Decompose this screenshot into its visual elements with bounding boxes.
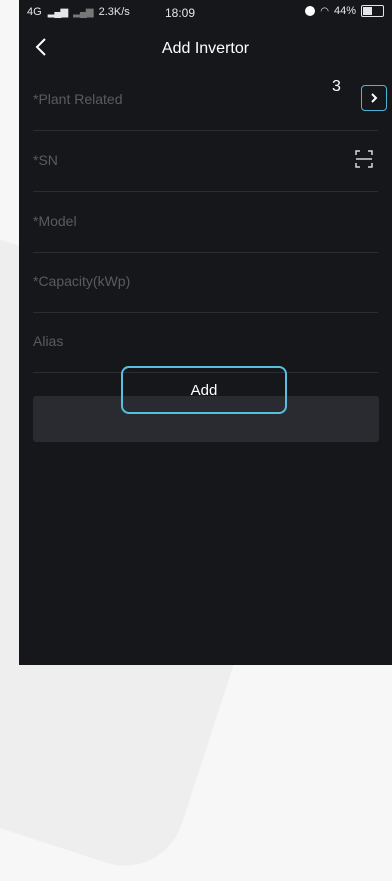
add-button-label: Add	[190, 382, 218, 399]
alias-row[interactable]: Alias	[33, 312, 378, 373]
signal-icon: ▂▄▆	[47, 6, 68, 18]
sn-row[interactable]: *SN	[33, 131, 378, 192]
chevron-right-icon	[371, 93, 378, 103]
plant-related-label: *Plant Related	[33, 91, 123, 107]
scan-icon[interactable]	[354, 149, 374, 169]
network-type: 4G	[27, 6, 42, 18]
model-row[interactable]: *Model	[33, 192, 378, 253]
battery-fill	[363, 7, 373, 15]
battery-icon	[361, 5, 384, 17]
signal-secondary-icon: ▂▄▆	[73, 6, 93, 18]
wifi-icon: ◠	[320, 5, 329, 17]
battery-percent: 44%	[333, 5, 356, 17]
alarm-icon	[305, 6, 316, 16]
phone-screen: 4G ▂▄▆ ▂▄▆ 2.3K/s 18:09 ◠ 44% Add Invert…	[19, 0, 392, 665]
network-speed: 2.3K/s	[98, 6, 130, 18]
plant-related-row[interactable]: *Plant Related	[33, 70, 387, 131]
header: Add Invertor	[19, 26, 392, 70]
status-time: 18:09	[165, 6, 196, 20]
alias-label: Alias	[33, 333, 64, 349]
plant-select-button[interactable]	[361, 85, 387, 111]
add-button[interactable]: Add	[121, 366, 287, 414]
status-bar: 4G ▂▄▆ ▂▄▆ 2.3K/s 18:09 ◠ 44%	[19, 0, 392, 26]
sn-label: *SN	[33, 152, 58, 168]
page-title: Add Invertor	[161, 40, 250, 57]
capacity-row[interactable]: *Capacity(kWp)	[33, 252, 378, 313]
model-label: *Model	[33, 213, 77, 229]
status-right: ◠ 44%	[305, 5, 384, 17]
capacity-label: *Capacity(kWp)	[33, 273, 131, 289]
status-left: 4G ▂▄▆ ▂▄▆ 2.3K/s	[27, 6, 130, 18]
